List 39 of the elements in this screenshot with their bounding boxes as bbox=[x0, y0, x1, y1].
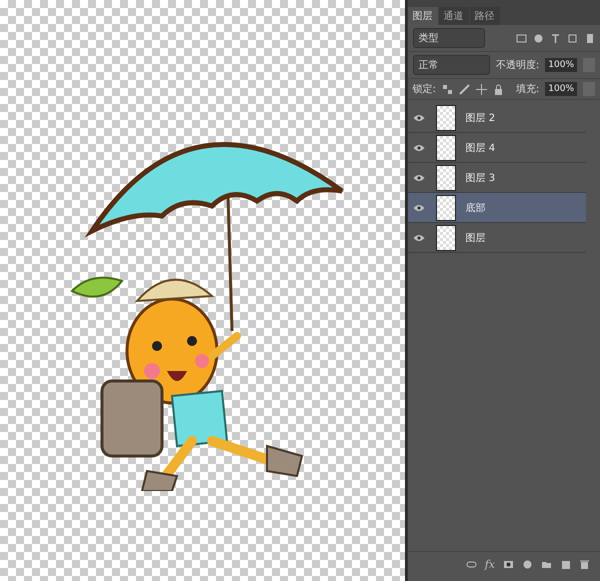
layer-row[interactable]: 图层 4 bbox=[408, 133, 586, 163]
blend-mode-dropdown[interactable]: 正常 bbox=[412, 55, 490, 75]
panel-tab[interactable]: 路径 bbox=[470, 7, 500, 25]
layer-thumbnail bbox=[436, 224, 456, 250]
layer-thumbnail bbox=[436, 194, 456, 220]
image-icon[interactable] bbox=[516, 32, 527, 44]
fill-label: 填充: bbox=[516, 82, 540, 96]
folder-icon[interactable] bbox=[541, 559, 552, 570]
type-icon[interactable] bbox=[550, 32, 561, 44]
eye-icon[interactable] bbox=[412, 174, 425, 182]
layer-name: 图层 bbox=[466, 232, 486, 244]
trash-icon[interactable] bbox=[579, 559, 590, 570]
layer-effects-button[interactable]: fx bbox=[484, 558, 495, 571]
panel-tab[interactable]: 通道 bbox=[438, 7, 469, 25]
filter-dropdown[interactable]: 类型 bbox=[412, 28, 485, 48]
layer-thumbnail bbox=[436, 104, 456, 130]
mask-icon[interactable] bbox=[503, 559, 514, 570]
layer-row[interactable]: 底部 bbox=[408, 193, 586, 223]
fill-field[interactable]: 100% bbox=[545, 82, 577, 96]
layer-thumbnail bbox=[436, 134, 456, 160]
link-icon[interactable] bbox=[466, 559, 477, 570]
layer-name: 图层 4 bbox=[466, 142, 496, 154]
lock-icon[interactable] bbox=[492, 84, 504, 94]
eye-icon[interactable] bbox=[412, 144, 425, 152]
eye-icon[interactable] bbox=[412, 234, 425, 242]
lock-label: 锁定: bbox=[412, 82, 436, 96]
layer-name: 图层 2 bbox=[466, 112, 496, 124]
opacity-label: 不透明度: bbox=[496, 58, 540, 72]
panel-tab[interactable]: 图层 bbox=[408, 7, 438, 25]
layer-name: 图层 3 bbox=[466, 172, 496, 184]
opacity-field[interactable]: 100% bbox=[545, 58, 577, 72]
layer-row[interactable]: 图层 2 bbox=[408, 103, 586, 133]
circle-icon[interactable] bbox=[533, 32, 544, 44]
eye-icon[interactable] bbox=[412, 204, 425, 212]
layer-thumbnail bbox=[436, 164, 456, 190]
checkerboard-icon[interactable] bbox=[442, 84, 453, 94]
layer-name: 底部 bbox=[466, 202, 486, 214]
layer-row[interactable]: 图层 bbox=[408, 223, 586, 253]
eye-icon[interactable] bbox=[412, 114, 425, 122]
